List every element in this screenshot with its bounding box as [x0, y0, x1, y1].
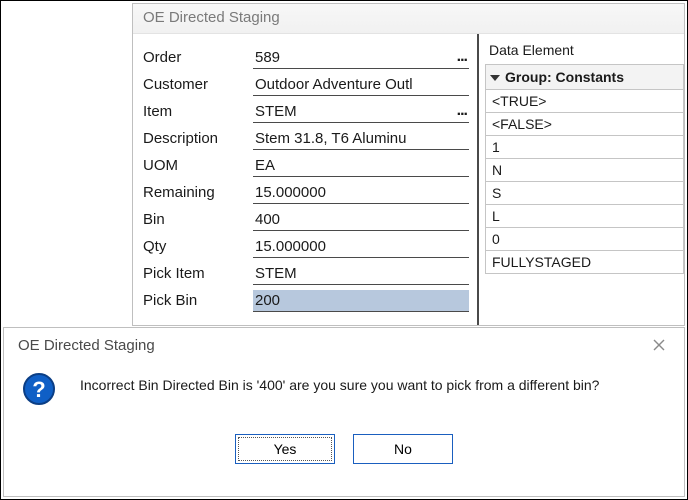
- field-label: Item: [143, 103, 253, 120]
- field-input-wrap: ...: [253, 47, 469, 69]
- field-row: UOM: [143, 152, 469, 179]
- yes-button[interactable]: Yes: [235, 434, 335, 464]
- field-input-wrap: [253, 182, 469, 204]
- side-list: <TRUE><FALSE>1NSL0FULLYSTAGED: [485, 90, 684, 274]
- field-label: Bin: [143, 211, 253, 228]
- field-row: Item...: [143, 98, 469, 125]
- field-input[interactable]: [253, 49, 445, 66]
- list-item[interactable]: L: [485, 205, 684, 228]
- field-row: Qty: [143, 233, 469, 260]
- field-input[interactable]: [253, 238, 469, 255]
- dialog-close-button[interactable]: [644, 332, 674, 358]
- field-input[interactable]: [253, 184, 469, 201]
- field-label: Pick Bin: [143, 292, 253, 309]
- field-label: Description: [143, 130, 253, 147]
- field-input-wrap: [253, 236, 469, 258]
- list-item[interactable]: 1: [485, 136, 684, 159]
- field-input[interactable]: [253, 265, 469, 282]
- field-input-wrap: [253, 155, 469, 177]
- close-icon: [653, 339, 665, 351]
- field-input-wrap: ...: [253, 101, 469, 123]
- lookup-button[interactable]: ...: [445, 50, 469, 64]
- field-row: Description: [143, 125, 469, 152]
- field-input-wrap: [253, 209, 469, 231]
- field-label: Qty: [143, 238, 253, 255]
- lookup-button[interactable]: ...: [445, 104, 469, 118]
- field-input[interactable]: [253, 292, 469, 309]
- app-window: OE Directed Staging Order... Customer Item…: [132, 3, 685, 326]
- question-icon: ?: [22, 372, 56, 406]
- field-input[interactable]: [253, 157, 469, 174]
- dialog-title: OE Directed Staging: [18, 337, 155, 354]
- field-row: Customer: [143, 71, 469, 98]
- dialog-header: OE Directed Staging: [4, 328, 684, 362]
- svg-text:?: ?: [32, 377, 45, 402]
- form-panel: Order... Customer Item... Description UOM Rem…: [133, 34, 479, 325]
- field-row: Pick Item: [143, 260, 469, 287]
- field-input[interactable]: [253, 211, 469, 228]
- field-label: UOM: [143, 157, 253, 174]
- field-row: Order...: [143, 44, 469, 71]
- field-label: Order: [143, 49, 253, 66]
- field-input[interactable]: [253, 103, 445, 120]
- field-row: Remaining: [143, 179, 469, 206]
- field-input-wrap: [253, 263, 469, 285]
- field-input-wrap: [253, 290, 469, 312]
- list-item[interactable]: <FALSE>: [485, 113, 684, 136]
- dialog-message: Incorrect Bin Directed Bin is '400' are …: [80, 368, 599, 394]
- dialog-button-row: Yes No: [4, 434, 684, 464]
- field-row: Pick Bin: [143, 287, 469, 314]
- field-input[interactable]: [253, 76, 469, 93]
- field-input-wrap: [253, 128, 469, 150]
- side-group-header[interactable]: Group: Constants: [485, 64, 684, 90]
- window-title: OE Directed Staging: [133, 4, 684, 34]
- field-label: Pick Item: [143, 265, 253, 282]
- side-panel: Data Element Group: Constants <TRUE><FAL…: [479, 34, 684, 325]
- field-input[interactable]: [253, 130, 469, 147]
- list-item[interactable]: FULLYSTAGED: [485, 251, 684, 274]
- side-panel-header: Data Element: [485, 40, 684, 64]
- dialog-body: ? Incorrect Bin Directed Bin is '400' ar…: [4, 362, 684, 406]
- list-item[interactable]: 0: [485, 228, 684, 251]
- no-button[interactable]: No: [353, 434, 453, 464]
- side-group-label: Group: Constants: [505, 69, 624, 85]
- list-item[interactable]: S: [485, 182, 684, 205]
- list-item[interactable]: <TRUE>: [485, 90, 684, 113]
- field-label: Customer: [143, 76, 253, 93]
- field-label: Remaining: [143, 184, 253, 201]
- confirm-dialog: OE Directed Staging ? Incorrect Bin Dire…: [3, 327, 685, 497]
- field-input-wrap: [253, 74, 469, 96]
- content-row: Order... Customer Item... Description UOM Rem…: [133, 34, 684, 325]
- field-row: Bin: [143, 206, 469, 233]
- list-item[interactable]: N: [485, 159, 684, 182]
- collapse-icon: [490, 75, 500, 81]
